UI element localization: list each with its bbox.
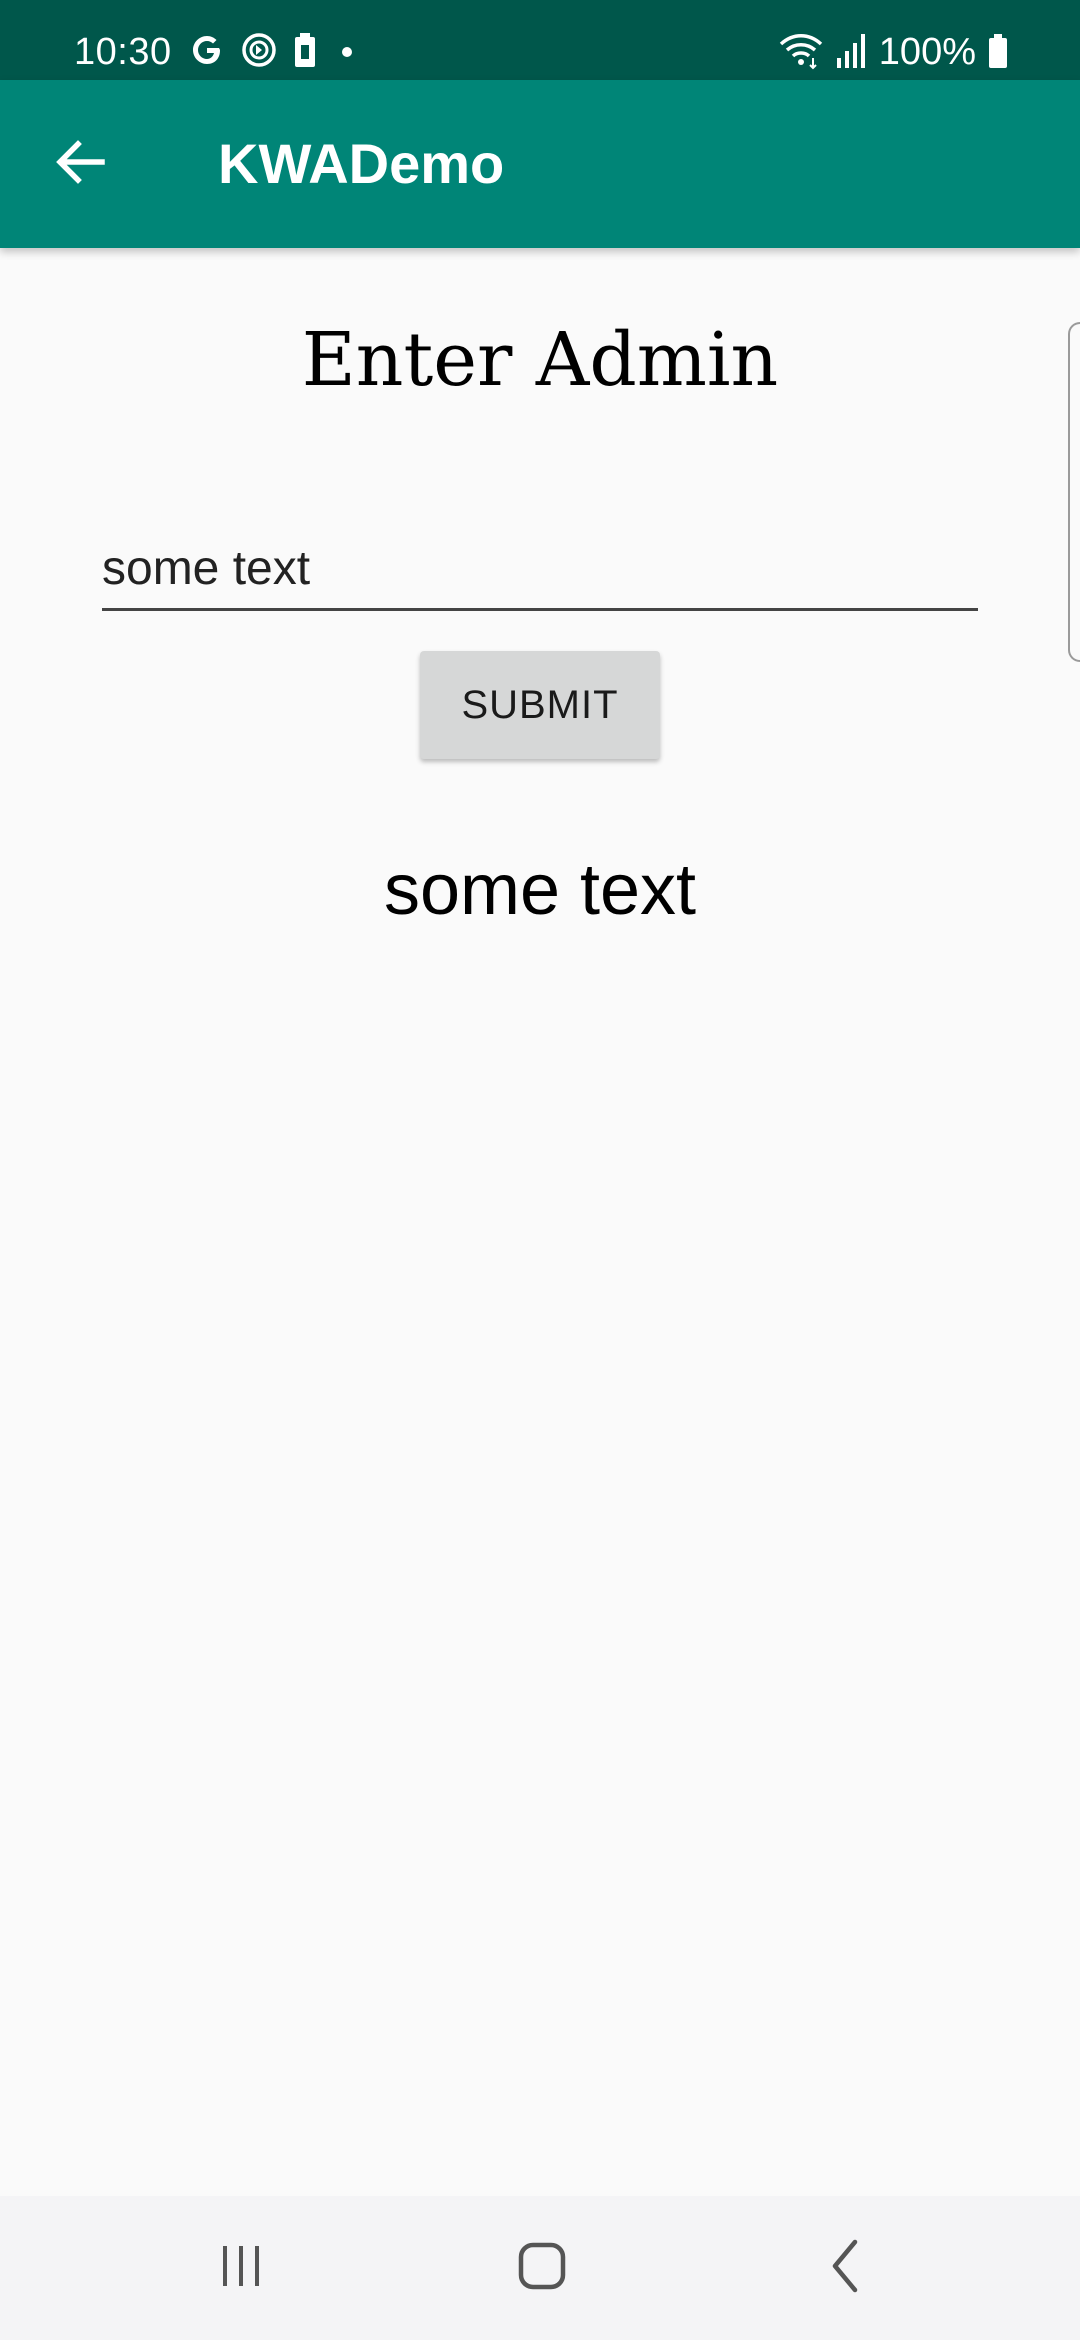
sync-icon [240,31,278,74]
notification-dot-icon [332,31,362,74]
battery-icon [986,30,1010,75]
status-bar: 10:30 100% [0,0,1080,80]
arrow-back-icon [52,134,108,195]
recent-apps-button[interactable] [196,2228,286,2308]
output-text: some text [383,850,697,930]
screen: 10:30 100% KWADemo Enter Admin some text… [0,0,1080,2340]
battery-saver-icon [292,31,318,74]
page-heading: Enter Admin [301,317,779,403]
app-title: KWADemo [218,132,505,195]
battery-percentage: 100% [878,31,976,73]
recent-apps-icon [211,2236,271,2301]
status-time: 10:30 [74,31,172,73]
admin-text-input[interactable] [102,528,978,611]
back-button[interactable] [40,124,120,204]
status-icons-right: 100% [777,30,1010,74]
home-icon [512,2236,572,2301]
edge-panel-handle[interactable] [1068,322,1080,662]
nav-back-button[interactable] [800,2228,890,2308]
app-bar: KWADemo [0,80,1080,248]
google-icon [188,31,226,74]
home-button[interactable] [497,2228,587,2308]
submit-button[interactable]: SUBMIT [420,651,660,759]
signal-icon [835,30,869,75]
back-icon [815,2236,875,2301]
navigation-bar [0,2196,1080,2340]
status-icons-left [188,30,362,74]
wifi-icon [777,30,825,75]
